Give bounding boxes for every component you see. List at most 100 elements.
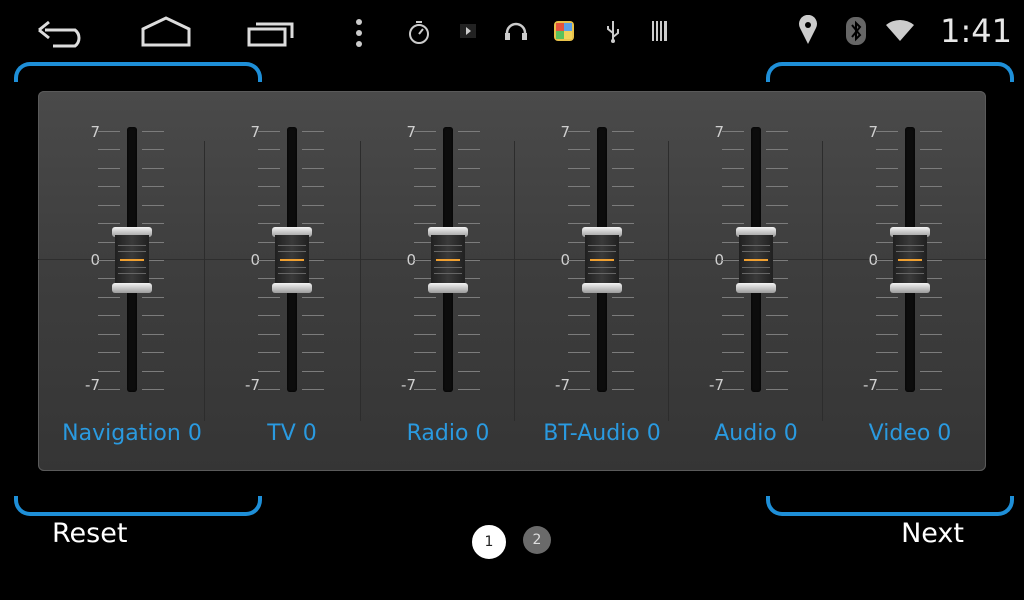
tick <box>458 389 480 390</box>
tick <box>302 370 324 372</box>
tick <box>722 333 744 335</box>
tick <box>612 131 634 132</box>
tick <box>142 370 164 372</box>
tick <box>302 167 324 169</box>
tick <box>414 333 436 335</box>
tick <box>920 167 942 169</box>
tick <box>414 149 436 151</box>
tick <box>766 186 788 188</box>
slider-knob[interactable] <box>890 226 930 293</box>
tick <box>766 223 788 225</box>
eq-channel: 7 0 -7 Radio 0 <box>360 91 518 471</box>
tick <box>612 186 634 188</box>
tick <box>876 296 898 298</box>
tick <box>568 315 590 317</box>
scale-label: 7 <box>868 123 878 141</box>
tick <box>722 315 744 317</box>
knob-marker <box>898 258 922 261</box>
knob-groove <box>588 250 616 252</box>
bottom-left-accent <box>14 496 262 516</box>
eq-channel: 7 0 -7 Audio 0 <box>668 91 826 471</box>
recents-icon[interactable] <box>244 18 300 48</box>
knob-groove <box>742 272 770 274</box>
tick <box>142 186 164 188</box>
wifi-icon <box>884 18 916 44</box>
tick <box>414 204 436 206</box>
tick <box>414 370 436 372</box>
slider-knob[interactable] <box>272 226 312 293</box>
tick <box>876 204 898 206</box>
back-icon[interactable] <box>36 16 88 50</box>
tick <box>98 131 120 132</box>
barcode-icon <box>650 20 670 42</box>
scale-label: -7 <box>863 376 878 394</box>
page-indicator-2[interactable]: 2 <box>523 526 551 554</box>
menu-dots-icon[interactable] <box>350 18 368 48</box>
next-button[interactable]: Next <box>901 518 964 549</box>
tick <box>458 370 480 372</box>
tick <box>98 223 120 225</box>
tick <box>722 223 744 225</box>
tick <box>722 186 744 188</box>
tick <box>568 186 590 188</box>
tick <box>876 223 898 225</box>
tick <box>766 352 788 354</box>
tick <box>302 296 324 298</box>
scale-label: 7 <box>714 123 724 141</box>
tick <box>612 167 634 169</box>
tick <box>920 204 942 206</box>
tick <box>458 186 480 188</box>
tick <box>414 223 436 225</box>
reset-button[interactable]: Reset <box>52 518 127 549</box>
tick <box>98 370 120 372</box>
scale-label: -7 <box>85 376 100 394</box>
tick <box>414 315 436 317</box>
home-icon[interactable] <box>138 14 194 48</box>
tick <box>258 352 280 354</box>
tick <box>142 204 164 206</box>
knob-cap-bottom <box>736 282 776 293</box>
knob-groove <box>118 266 146 268</box>
scale-label: 0 <box>868 251 878 269</box>
tick <box>98 315 120 317</box>
tick <box>920 149 942 151</box>
tick <box>568 352 590 354</box>
knob-groove <box>742 266 770 268</box>
knob-groove <box>278 244 306 246</box>
tick <box>722 204 744 206</box>
tick <box>766 296 788 298</box>
tick <box>142 333 164 335</box>
tick <box>876 370 898 372</box>
tick <box>302 131 324 132</box>
tick <box>766 315 788 317</box>
tick <box>612 149 634 151</box>
tick <box>302 352 324 354</box>
eq-channel: 7 0 -7 Navigation 0 <box>50 91 208 471</box>
knob-marker <box>436 258 460 261</box>
knob-cap-bottom <box>890 282 930 293</box>
eq-channel: 7 0 -7 TV 0 <box>204 91 362 471</box>
tick <box>876 389 898 390</box>
knob-groove <box>742 244 770 246</box>
tick <box>722 149 744 151</box>
tick <box>302 333 324 335</box>
tick <box>98 389 120 390</box>
slider-knob[interactable] <box>582 226 622 293</box>
tick <box>612 315 634 317</box>
tick <box>458 333 480 335</box>
knob-groove <box>588 244 616 246</box>
slider-knob[interactable] <box>112 226 152 293</box>
tick <box>98 352 120 354</box>
page-indicator-1[interactable]: 1 <box>472 525 506 559</box>
tick <box>98 167 120 169</box>
tick <box>920 370 942 372</box>
tick <box>568 223 590 225</box>
tick <box>920 186 942 188</box>
slider-knob[interactable] <box>428 226 468 293</box>
tick <box>302 186 324 188</box>
slider-knob[interactable] <box>736 226 776 293</box>
scale-label: 0 <box>90 251 100 269</box>
tick <box>612 333 634 335</box>
knob-groove <box>896 272 924 274</box>
scale-label: 7 <box>406 123 416 141</box>
